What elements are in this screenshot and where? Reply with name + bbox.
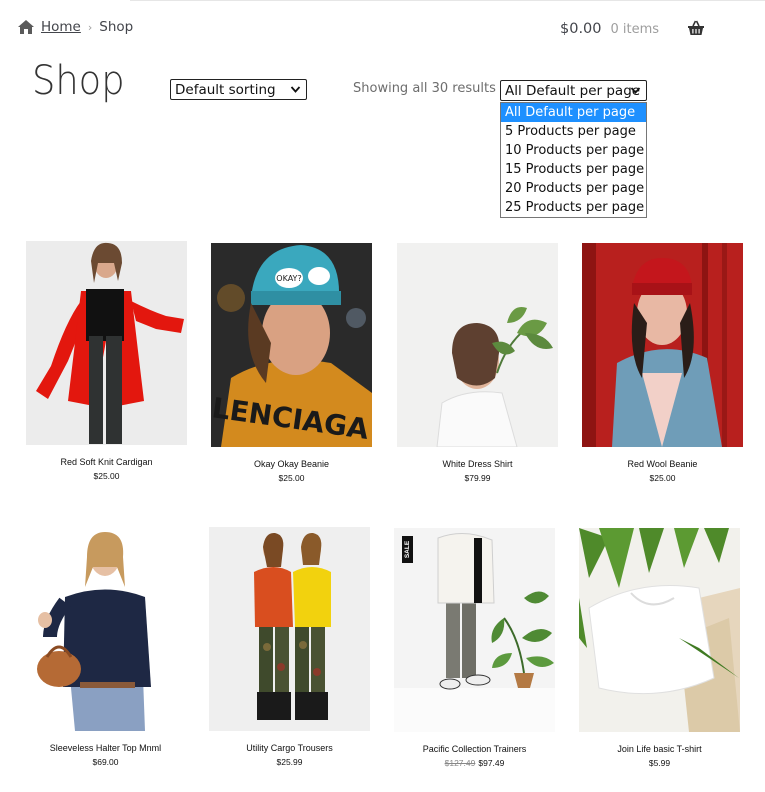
product-card[interactable]: Join Life basic T-shirt $5.99: [579, 528, 740, 769]
per-page-select[interactable]: All Default per page: [500, 80, 647, 101]
product-card[interactable]: Utility Cargo Trousers $25.99: [209, 527, 370, 768]
product-old-price: $127.49: [444, 758, 476, 768]
breadcrumb: Home › Shop: [18, 17, 133, 37]
product-price: $69.00: [92, 757, 119, 767]
breadcrumb-home-link[interactable]: Home: [41, 19, 81, 35]
product-card[interactable]: Sleeveless Halter Top Mnml $69.00: [25, 527, 186, 768]
product-price: $79.99: [464, 473, 491, 483]
per-page-option[interactable]: 15 Products per page: [501, 160, 646, 179]
product-card[interactable]: White Dress Shirt $79.99: [397, 243, 558, 484]
per-page-option[interactable]: 25 Products per page: [501, 198, 646, 217]
product-image[interactable]: [209, 527, 370, 731]
per-page-option[interactable]: 5 Products per page: [501, 122, 646, 141]
product-image[interactable]: [582, 243, 743, 447]
basket-icon[interactable]: [687, 19, 705, 37]
product-card[interactable]: Red Wool Beanie $25.00: [582, 243, 743, 484]
product-price: $25.00: [278, 473, 305, 483]
cart-amount[interactable]: $0.00: [560, 21, 602, 37]
product-price: $25.99: [276, 757, 303, 767]
header-cart[interactable]: $0.00 0 items: [560, 19, 704, 39]
product-name[interactable]: Pacific Collection Trainers: [394, 743, 555, 755]
product-card[interactable]: SALE Pacific Collection Trainers $127.49…: [394, 528, 555, 769]
product-name[interactable]: Sleeveless Halter Top Mnml: [25, 742, 186, 754]
beanie-print-text: OKAY?: [276, 274, 301, 283]
sorting-select-value: Default sorting: [175, 81, 276, 98]
product-image[interactable]: OKAY? LENCIAGA: [211, 243, 372, 447]
page-title: Shop: [32, 58, 125, 104]
top-divider: [130, 0, 765, 1]
product-card[interactable]: Red Soft Knit Cardigan $25.00: [26, 241, 187, 482]
home-icon: [18, 20, 34, 34]
product-name[interactable]: Red Soft Knit Cardigan: [26, 456, 187, 468]
product-price: $127.49 $97.49: [444, 758, 505, 768]
product-image[interactable]: [25, 527, 186, 731]
product-image[interactable]: [397, 243, 558, 447]
product-name[interactable]: White Dress Shirt: [397, 458, 558, 470]
cart-item-count[interactable]: 0 items: [611, 22, 660, 37]
product-card[interactable]: OKAY? LENCIAGA Okay Okay Beanie $25.00: [211, 243, 372, 484]
per-page-select-value: All Default per page: [505, 82, 641, 99]
per-page-option[interactable]: All Default per page: [501, 103, 646, 122]
product-image[interactable]: SALE: [394, 528, 555, 732]
per-page-dropdown: All Default per page 5 Products per page…: [500, 102, 647, 218]
product-price: $25.00: [649, 473, 676, 483]
product-image[interactable]: [579, 528, 740, 732]
product-name[interactable]: Utility Cargo Trousers: [209, 742, 370, 754]
breadcrumb-current: Shop: [99, 19, 134, 35]
result-count: Showing all 30 results: [353, 81, 496, 96]
product-image[interactable]: [26, 241, 187, 445]
chevron-down-icon: [290, 86, 301, 93]
chevron-down-icon: [630, 87, 641, 94]
per-page-option[interactable]: 10 Products per page: [501, 141, 646, 160]
product-name[interactable]: Okay Okay Beanie: [211, 458, 372, 470]
product-price: $5.99: [648, 758, 671, 768]
product-price: $25.00: [93, 471, 120, 481]
sale-badge: SALE: [402, 536, 413, 563]
sorting-select[interactable]: Default sorting: [170, 79, 307, 100]
breadcrumb-separator: ›: [87, 20, 93, 34]
product-name[interactable]: Red Wool Beanie: [582, 458, 743, 470]
per-page-option[interactable]: 20 Products per page: [501, 179, 646, 198]
product-name[interactable]: Join Life basic T-shirt: [579, 743, 740, 755]
